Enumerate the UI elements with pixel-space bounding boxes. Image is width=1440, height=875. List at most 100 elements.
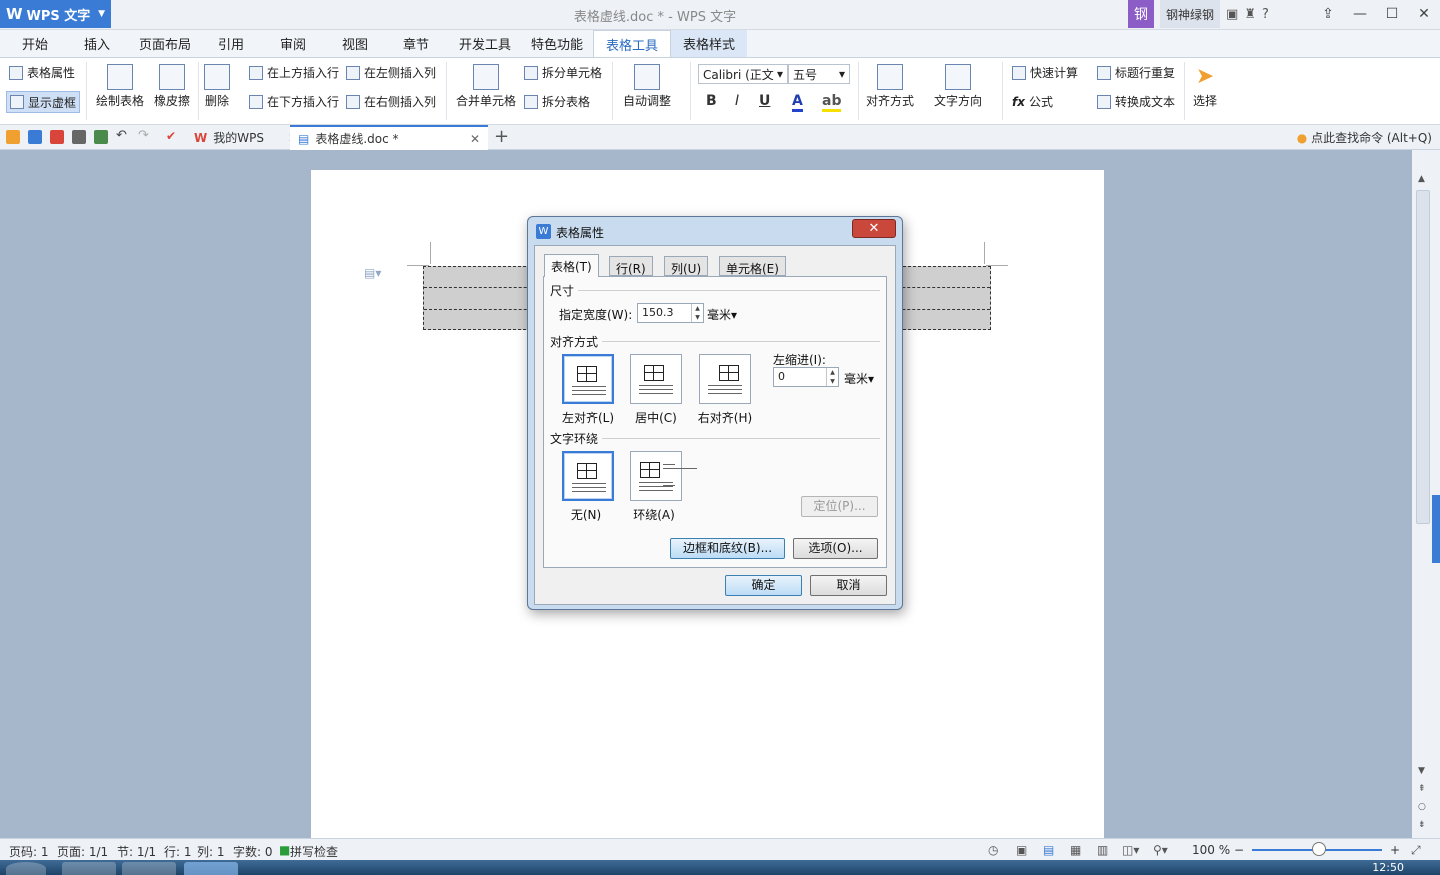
help-icon[interactable]: ?	[1262, 7, 1269, 22]
wrap-around-label[interactable]: 环绕(A)	[619, 506, 689, 523]
tab-start[interactable]: 开始	[22, 34, 48, 53]
quick-calc-button[interactable]: 快速计算	[1012, 64, 1078, 81]
cancel-button[interactable]: 取消	[810, 575, 887, 596]
history-icon[interactable]: ◷	[988, 843, 998, 857]
prev-page-icon[interactable]: ⇞	[1418, 784, 1426, 794]
align-right-label[interactable]: 右对齐(H)	[690, 409, 760, 426]
tab-row[interactable]: 行(R)	[609, 256, 653, 276]
zoom-in-icon[interactable]: +	[1390, 843, 1400, 857]
repeat-header-button[interactable]: 标题行重复	[1097, 64, 1175, 81]
scrollbar-thumb[interactable]	[1416, 190, 1430, 524]
font-color-icon[interactable]: A	[792, 93, 803, 112]
tab-review[interactable]: 审阅	[280, 34, 306, 53]
convert-to-text-button[interactable]: 转换成文本	[1097, 93, 1175, 110]
taskbar-app-wps[interactable]	[184, 862, 238, 875]
tab-view[interactable]: 视图	[342, 34, 368, 53]
shirt-icon[interactable]: ♜	[1244, 7, 1256, 22]
reading-view-icon[interactable]: ◫▾	[1122, 843, 1139, 857]
indent-input[interactable]: 0 ▲ ▼	[773, 367, 839, 387]
bold-icon[interactable]: B	[706, 93, 717, 109]
tab-features[interactable]: 特色功能	[531, 34, 583, 53]
insert-row-above-button[interactable]: 在上方插入行	[249, 64, 339, 81]
zoom-level[interactable]: 100 %	[1192, 843, 1230, 857]
formula-button[interactable]: fx 公式	[1012, 93, 1053, 110]
tab-insert[interactable]: 插入	[84, 34, 110, 53]
align-left-option[interactable]	[562, 354, 614, 404]
spellcheck-label[interactable]: 拼写检查	[290, 843, 338, 860]
tab-chapter[interactable]: 章节	[403, 34, 429, 53]
font-name-select[interactable]: Calibri (正文 ▾	[698, 64, 788, 84]
pdf-icon[interactable]	[50, 130, 64, 144]
close-window-button[interactable]: ✕	[1408, 0, 1440, 28]
insert-row-below-button[interactable]: 在下方插入行	[249, 93, 339, 110]
command-search[interactable]: ● 点此查找命令 (Alt+Q)	[1297, 129, 1432, 146]
spinner-arrows-icon[interactable]: ▲ ▼	[826, 368, 838, 386]
font-size-select[interactable]: 五号 ▾	[788, 64, 850, 84]
save-icon[interactable]	[28, 130, 42, 144]
wrap-none-label[interactable]: 无(N)	[551, 506, 621, 523]
browse-object-icon[interactable]: ○	[1418, 802, 1426, 812]
align-center-label[interactable]: 居中(C)	[621, 409, 691, 426]
spinner-arrows-icon[interactable]: ▲ ▼	[691, 304, 703, 322]
avatar[interactable]: 钢	[1128, 0, 1154, 28]
taskbar-app[interactable]	[62, 862, 116, 875]
eye-protect-icon[interactable]: ⚲▾	[1153, 843, 1168, 857]
delete-button[interactable]: 删除	[204, 64, 230, 109]
table-properties-button[interactable]: 表格属性	[9, 64, 75, 81]
paragraph-handle-icon[interactable]: ▤▾	[364, 266, 381, 280]
vertical-scrollbar[interactable]: ▲ ▼ ⇞ ○ ⇟	[1412, 150, 1440, 838]
zoom-slider-handle[interactable]	[1312, 842, 1326, 856]
print-icon[interactable]	[72, 130, 86, 144]
tab-document[interactable]: ▤ 表格虚线.doc * ✕	[290, 125, 488, 150]
eraser-button[interactable]: 橡皮擦	[154, 64, 190, 109]
format-painter-icon[interactable]: ✔	[166, 129, 180, 143]
tab-references[interactable]: 引用	[218, 34, 244, 53]
start-button[interactable]	[6, 862, 46, 875]
redo-icon[interactable]: ↷	[138, 128, 152, 143]
fit-page-icon[interactable]: ⤢	[1411, 843, 1421, 858]
zoom-out-icon[interactable]: −	[1234, 843, 1244, 857]
fullscreen-icon[interactable]: ▣	[1016, 843, 1027, 857]
split-table-button[interactable]: 拆分表格	[524, 93, 590, 110]
highlight-icon[interactable]: ab	[822, 93, 842, 112]
next-page-icon[interactable]: ⇟	[1418, 820, 1426, 830]
skin-icon[interactable]: ▣	[1226, 7, 1238, 22]
borders-shading-button[interactable]: 边框和底纹(B)...	[670, 538, 785, 559]
status-column[interactable]: 列: 1	[197, 843, 225, 860]
indent-unit-select[interactable]: 毫米▾	[844, 370, 874, 387]
wrap-around-option[interactable]	[630, 451, 697, 501]
outline-view-icon[interactable]: ▦	[1070, 843, 1081, 857]
show-gridlines-button[interactable]: 显示虚框	[6, 91, 81, 113]
width-unit-select[interactable]: 毫米▾	[707, 306, 737, 323]
status-section[interactable]: 节: 1/1	[117, 843, 156, 860]
tab-dev-tools[interactable]: 开发工具	[459, 34, 511, 53]
status-pages[interactable]: 页面: 1/1	[57, 843, 108, 860]
ok-button[interactable]: 确定	[725, 575, 802, 596]
web-view-icon[interactable]: ▥	[1097, 843, 1108, 857]
text-direction-button[interactable]: 文字方向	[934, 64, 982, 109]
options-button[interactable]: 选项(O)...	[793, 538, 878, 559]
minimize-button[interactable]: —	[1344, 0, 1376, 28]
new-tab-icon[interactable]: +	[494, 126, 509, 147]
scroll-up-icon[interactable]: ▲	[1418, 174, 1425, 184]
align-center-option[interactable]	[630, 354, 682, 404]
insert-col-right-button[interactable]: 在右侧插入列	[346, 93, 436, 110]
status-line[interactable]: 行: 1	[164, 843, 192, 860]
wrap-none-option[interactable]	[562, 451, 614, 501]
tab-column[interactable]: 列(U)	[664, 256, 709, 276]
tab-cell[interactable]: 单元格(E)	[719, 256, 786, 276]
tab-page-layout[interactable]: 页面布局	[139, 34, 191, 53]
select-button[interactable]: ➤ 选择	[1193, 64, 1217, 109]
status-page-number[interactable]: 页码: 1	[9, 843, 49, 860]
split-cells-button[interactable]: 拆分单元格	[524, 64, 602, 81]
tab-table-tools[interactable]: 表格工具	[593, 30, 672, 58]
preview-icon[interactable]	[94, 130, 108, 144]
align-left-label[interactable]: 左对齐(L)	[553, 409, 623, 426]
open-icon[interactable]	[6, 130, 20, 144]
draw-table-button[interactable]: 绘制表格	[96, 64, 144, 109]
merge-cells-button[interactable]: 合并单元格	[456, 64, 516, 109]
tab-table-style[interactable]: 表格样式	[671, 30, 748, 57]
status-word-count[interactable]: 字数: 0	[233, 843, 273, 860]
close-icon[interactable]: ✕	[470, 132, 480, 146]
user-name[interactable]: 钢神绿钢	[1160, 0, 1221, 28]
